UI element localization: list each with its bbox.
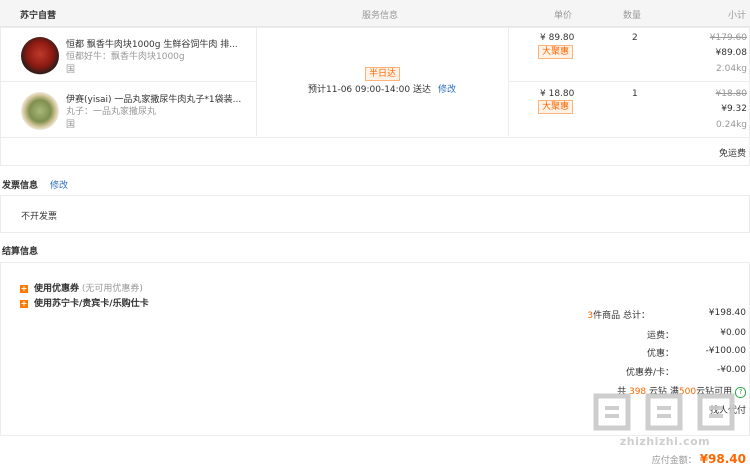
- promo-badge: 大聚惠: [538, 100, 574, 114]
- card-label[interactable]: 使用苏宁卡/贵宾卡/乐购仕卡: [34, 299, 149, 309]
- item-total: ¥9.32: [721, 104, 747, 114]
- expand-plus-icon[interactable]: +: [20, 284, 28, 293]
- payable-line: 应付金额： ¥98.40: [652, 452, 746, 466]
- cart-header: 苏宁自营 服务信息 单价 数量 小计: [0, 0, 750, 27]
- row-divider-right: [508, 81, 749, 82]
- invoice-modify-link[interactable]: 修改: [50, 178, 68, 191]
- item-total: ¥89.08: [715, 48, 748, 58]
- half-day-badge: 半日达: [365, 67, 401, 81]
- item-price: ¥ 18.80: [540, 89, 575, 99]
- summary-total: ¥198.40: [708, 308, 746, 318]
- col-service: 服务信息: [362, 11, 399, 21]
- item-extra: 国: [66, 120, 76, 130]
- use-coupon-row[interactable]: + 使用优惠券 (无可用优惠券): [20, 281, 143, 294]
- item-weight: 0.24kg: [716, 120, 747, 130]
- watermark-text: zhizhizhi.com: [619, 435, 711, 448]
- col-subtotal: 小计: [728, 11, 747, 21]
- payable-amount: ¥98.40: [699, 452, 746, 466]
- summary-count: 3件商品 总计：: [587, 308, 650, 321]
- item-price: ¥ 89.80: [540, 33, 575, 43]
- col-qty: 数量: [623, 11, 642, 21]
- watermark: zhizhizhi.com: [590, 392, 740, 450]
- modify-delivery-link[interactable]: 修改: [438, 82, 456, 95]
- coupon-card-label: 优惠券/卡：: [625, 368, 674, 378]
- shipping-row: [0, 137, 750, 166]
- shipping-fee: 免运费: [718, 149, 746, 159]
- coupon-card-value: -¥0.00: [716, 365, 746, 375]
- item-qty: 2: [632, 33, 638, 43]
- col-divider: [256, 27, 257, 136]
- item-orig-total: ¥179.60: [709, 33, 747, 43]
- payable-label: 应付金额：: [651, 456, 697, 466]
- product-thumbnail-meatballs[interactable]: [21, 92, 59, 130]
- item-spec: 丸子：一品丸家撒尿丸: [66, 107, 157, 117]
- item-orig-total: ¥18.80: [715, 89, 748, 99]
- coupon-label[interactable]: 使用优惠券: [34, 284, 79, 294]
- watermark-logo-icon: [593, 393, 735, 431]
- item-weight: 2.04kg: [716, 64, 747, 74]
- col-divider-2: [508, 27, 509, 136]
- discount-value: -¥100.00: [705, 346, 746, 356]
- item-qty: 1: [632, 89, 638, 99]
- item-extra: 国: [66, 65, 76, 75]
- coupon-note: (无可用优惠券): [81, 284, 143, 294]
- freight-value: ¥0.00: [720, 328, 746, 338]
- promo-badge: 大聚惠: [538, 45, 574, 59]
- discount-label: 优惠：: [646, 349, 674, 359]
- invoice-title: 发票信息: [2, 181, 39, 191]
- invoice-box: [0, 195, 750, 233]
- freight-label: 运费：: [646, 331, 674, 341]
- row-divider: [0, 81, 256, 82]
- invoice-value: 不开发票: [21, 212, 58, 222]
- expand-plus-icon[interactable]: +: [20, 299, 28, 308]
- store-name: 苏宁自营: [20, 11, 57, 21]
- col-price: 单价: [554, 11, 573, 21]
- product-thumbnail-beef[interactable]: [21, 37, 59, 75]
- delivery-estimate: 预计11-06 09:00-14:00 送达: [308, 85, 431, 95]
- item-spec: 恒都好牛：飘香牛肉块1000g: [66, 52, 185, 62]
- settlement-title: 结算信息: [2, 247, 39, 257]
- use-card-row[interactable]: + 使用苏宁卡/贵宾卡/乐购仕卡: [20, 296, 149, 309]
- count-label: 件商品 总计：: [593, 311, 650, 321]
